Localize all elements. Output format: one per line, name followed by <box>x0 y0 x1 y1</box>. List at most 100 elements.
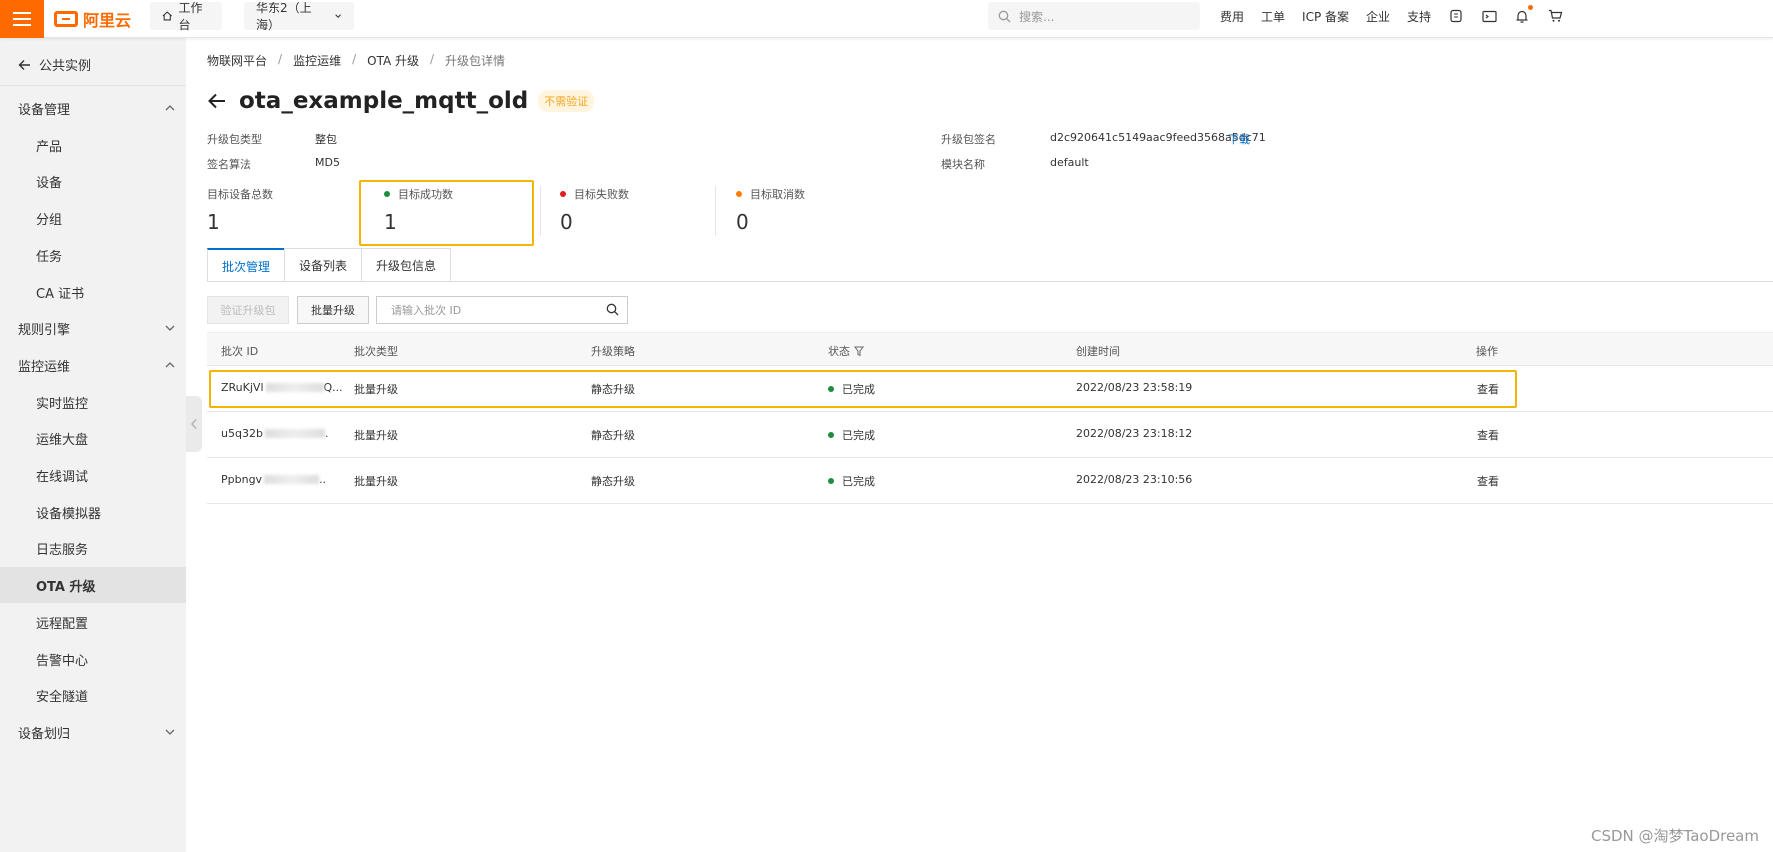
arrow-left-icon <box>18 59 30 70</box>
page-title: ota_example_mqtt_old <box>239 88 529 114</box>
table-header: 批次 ID 批次类型 升级策略 状态 创建时间 操作 <box>207 332 1773 366</box>
aliyun-logo[interactable]: 阿里云 <box>54 8 131 30</box>
stat-cancelled: 目标取消数 0 <box>736 186 805 234</box>
package-type-value: 整包 <box>315 133 337 146</box>
package-sign-label: 升级包签名 <box>941 133 996 146</box>
sidebar-collapse-handle[interactable] <box>186 396 202 452</box>
sign-algo-value: MD5 <box>315 156 340 169</box>
sidebar-item-label: 实时监控 <box>36 396 89 412</box>
sidebar-item-label: 运维大盘 <box>36 432 89 448</box>
sidebar-item-label: 设备模拟器 <box>36 506 102 522</box>
top-bar: 阿里云 工作台 华东2（上海） 搜索... 费用 工单 ICP 备案 企业 支持 <box>0 0 1773 38</box>
sidebar-item[interactable]: 监控运维 <box>0 347 186 383</box>
sidebar-item-label: 产品 <box>36 139 63 155</box>
sidebar-item[interactable]: 日志服务 <box>0 530 186 566</box>
sidebar-item[interactable]: 实时监控 <box>0 384 186 420</box>
module-name-value: default <box>1050 156 1089 169</box>
top-nav: 费用 工单 ICP 备案 企业 支持 <box>1220 0 1563 32</box>
tab-package-info[interactable]: 升级包信息 <box>361 248 452 282</box>
app-icon[interactable] <box>1448 8 1464 24</box>
cell-strategy: 静态升级 <box>591 475 635 488</box>
cell-status: 已完成 <box>828 473 875 489</box>
back-arrow-icon[interactable] <box>207 92 227 110</box>
sign-algo-label: 签名算法 <box>207 158 251 171</box>
tab-device-list[interactable]: 设备列表 <box>284 248 363 282</box>
table-row: Ppbngv.. 批量升级 静态升级 已完成 2022/08/23 23:10:… <box>207 458 1773 504</box>
sidebar-item[interactable]: CA 证书 <box>0 274 186 310</box>
sidebar-item[interactable]: 在线调试 <box>0 457 186 493</box>
cancelled-dot-icon <box>736 191 742 197</box>
sidebar-item-label: CA 证书 <box>36 286 85 302</box>
chevron-up-icon <box>165 105 175 111</box>
batch-upgrade-button[interactable]: 批量升级 <box>297 296 369 324</box>
download-link[interactable]: 下载 <box>1228 131 1250 147</box>
th-status[interactable]: 状态 <box>828 343 864 359</box>
global-search-input[interactable]: 搜索... <box>988 2 1200 30</box>
verify-status-tag: 不需验证 <box>538 90 595 112</box>
tab-batch-management[interactable]: 批次管理 <box>207 248 286 282</box>
success-dot-icon <box>384 191 390 197</box>
stat-failed-value: 0 <box>560 210 573 234</box>
breadcrumb: 物联网平台 / 监控运维 / OTA 升级 / 升级包详情 <box>207 52 506 69</box>
filter-icon[interactable] <box>854 346 864 357</box>
nav-enterprise[interactable]: 企业 <box>1366 8 1390 25</box>
sidebar-item[interactable]: 分组 <box>0 200 186 236</box>
sidebar-item[interactable]: 远程配置 <box>0 604 186 640</box>
table-row: u5q32b. 批量升级 静态升级 已完成 2022/08/23 23:18:1… <box>207 412 1773 458</box>
nav-fees[interactable]: 费用 <box>1220 8 1244 25</box>
breadcrumb-monitoring[interactable]: 监控运维 <box>293 52 341 69</box>
th-created: 创建时间 <box>1076 345 1120 358</box>
redacted-text <box>264 475 320 484</box>
terminal-icon[interactable] <box>1481 8 1497 24</box>
stat-divider <box>715 186 716 236</box>
sidebar-item[interactable]: 安全隧道 <box>0 677 186 713</box>
search-icon[interactable] <box>606 303 619 316</box>
sidebar-item[interactable]: 告警中心 <box>0 641 186 677</box>
chevron-down-icon <box>165 325 175 331</box>
cart-icon[interactable] <box>1547 8 1563 24</box>
batch-id-search-placeholder: 请输入批次 ID <box>391 304 462 317</box>
sidebar-item-label: 告警中心 <box>36 653 89 669</box>
nav-support[interactable]: 支持 <box>1407 8 1431 25</box>
nav-icp[interactable]: ICP 备案 <box>1302 8 1349 25</box>
failed-dot-icon <box>560 191 566 197</box>
th-batch-type: 批次类型 <box>354 345 398 358</box>
sidebar-item[interactable]: 规则引擎 <box>0 310 186 346</box>
sidebar-item[interactable]: 设备 <box>0 163 186 199</box>
notification-dot <box>1528 5 1534 10</box>
search-icon <box>998 10 1011 22</box>
view-link[interactable]: 查看 <box>1477 473 1499 489</box>
sidebar-item[interactable]: 运维大盘 <box>0 420 186 456</box>
view-link[interactable]: 查看 <box>1477 427 1499 443</box>
workbench-button[interactable]: 工作台 <box>150 1 222 32</box>
stat-total-value: 1 <box>207 210 220 234</box>
sidebar-item[interactable]: 设备管理 <box>0 90 186 126</box>
stat-failed-label: 目标失败数 <box>574 188 629 201</box>
stat-success-label: 目标成功数 <box>398 188 453 201</box>
cell-status: 已完成 <box>828 427 875 443</box>
cell-batch-type: 批量升级 <box>354 429 398 442</box>
breadcrumb-iot[interactable]: 物联网平台 <box>207 52 267 69</box>
region-label: 华东2（上海） <box>256 1 312 32</box>
batch-id-search-input[interactable]: 请输入批次 ID <box>376 296 628 324</box>
verify-package-button[interactable]: 验证升级包 <box>207 296 289 324</box>
breadcrumb-ota[interactable]: OTA 升级 <box>367 52 419 69</box>
menu-icon[interactable] <box>0 0 44 38</box>
stat-cancelled-value: 0 <box>736 210 749 234</box>
sidebar-item[interactable]: 设备划归 <box>0 714 186 750</box>
chevron-down-icon <box>165 729 175 735</box>
sidebar-item[interactable]: 设备模拟器 <box>0 494 186 530</box>
logo-text: 阿里云 <box>83 11 132 30</box>
nav-tickets[interactable]: 工单 <box>1261 8 1285 25</box>
sidebar-item[interactable]: 产品 <box>0 127 186 163</box>
bell-icon[interactable] <box>1514 5 1534 24</box>
region-select[interactable]: 华东2（上海） <box>244 1 354 32</box>
status-dot-icon <box>828 478 834 484</box>
cell-batch-id: Ppbngv.. <box>221 473 327 486</box>
cell-batch-type: 批量升级 <box>354 475 398 488</box>
global-search-placeholder: 搜索... <box>1019 9 1055 24</box>
back-to-instances-link[interactable]: 公共实例 <box>18 55 91 74</box>
sidebar-item-label: 设备管理 <box>18 102 71 118</box>
sidebar-item[interactable]: OTA 升级 <box>0 567 186 603</box>
sidebar-item[interactable]: 任务 <box>0 237 186 273</box>
